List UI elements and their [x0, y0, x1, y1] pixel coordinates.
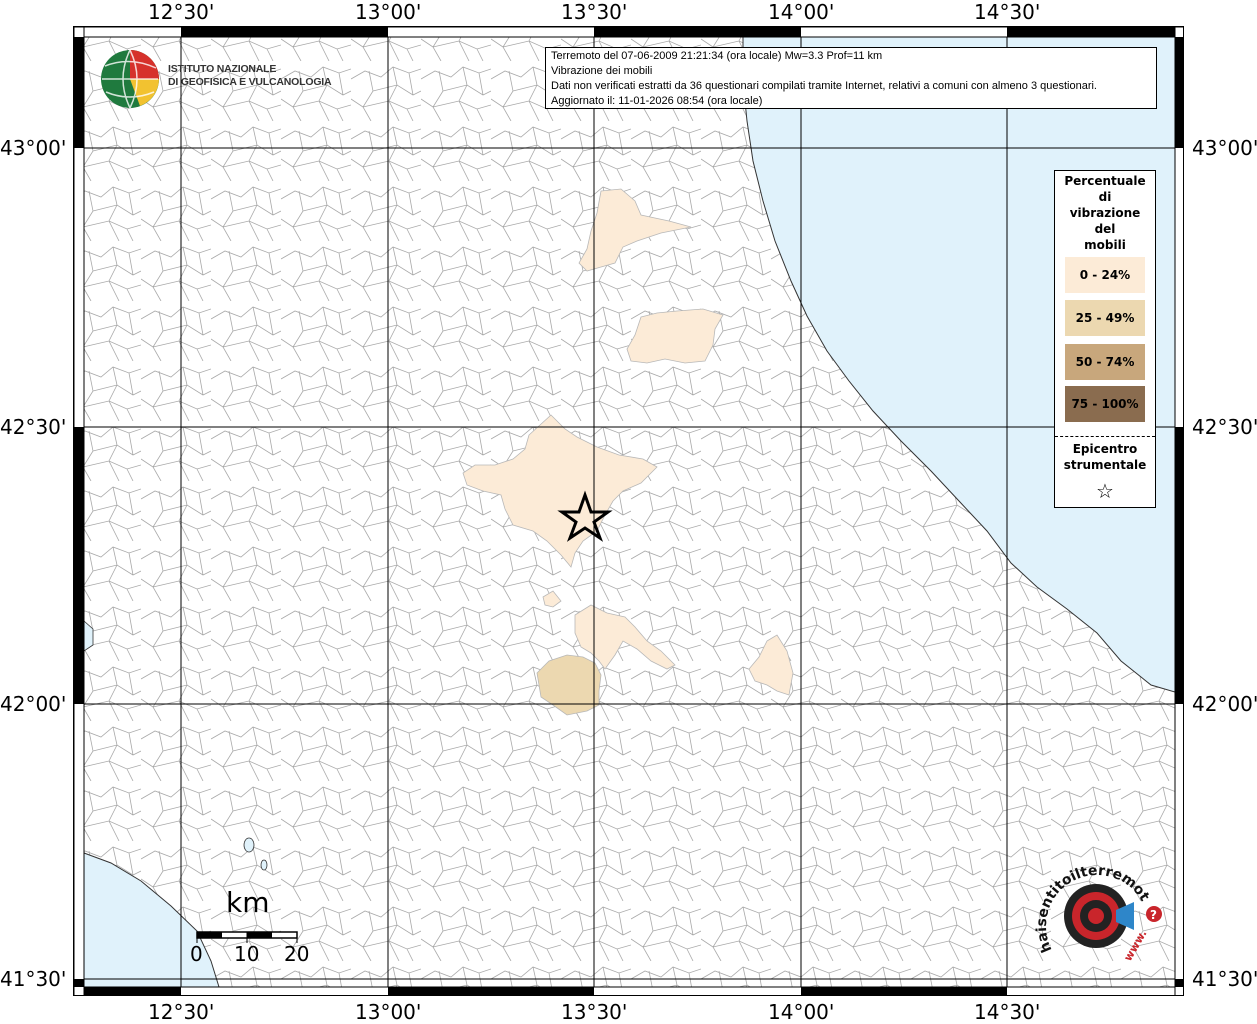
legend-class-50-74: 50 - 74% — [1065, 344, 1145, 380]
map-subject: Vibrazione dei mobili — [551, 65, 653, 77]
legend-title-line: del — [1094, 222, 1116, 236]
lat-tick-right-2: 42°30' — [1192, 415, 1257, 439]
lon-tick-bottom-3: 13°30' — [561, 1000, 628, 1024]
question-mark: ? — [1150, 908, 1157, 922]
globe-icon — [101, 49, 159, 109]
lake — [260, 859, 268, 871]
scale-label-10: 10 — [234, 942, 260, 966]
ingv-name: ISTITUTO NAZIONALE DI GEOFISICA E VULCAN… — [168, 63, 332, 89]
lon-tick-bottom-2: 13°00' — [355, 1000, 422, 1024]
legend-title-line: di — [1098, 190, 1112, 204]
badge-www: www. — [1121, 928, 1149, 964]
event-info-box: Terremoto del 07-06-2009 21:21:34 (ora l… — [545, 47, 1157, 109]
lon-tick-top-5: 14°30' — [974, 0, 1041, 24]
map-canvas[interactable] — [74, 27, 1183, 995]
legend-title-line: vibrazione — [1069, 206, 1141, 220]
lat-tick-left-1: 43°00' — [0, 136, 67, 160]
data-disclaimer: Dati non verificati estratti da 36 quest… — [551, 80, 1097, 92]
scale-label-20: 20 — [284, 942, 310, 966]
lat-tick-left-4: 41°30' — [0, 967, 67, 991]
lake — [243, 837, 255, 853]
legend-epicenter-line: Epicentro — [1072, 442, 1138, 456]
legend-title-line: mobili — [1084, 238, 1126, 252]
lat-tick-right-1: 43°00' — [1192, 136, 1257, 160]
legend-epicenter-line: strumentale — [1063, 458, 1147, 472]
legend-epicenter-label: Epicentro strumentale — [1055, 441, 1155, 473]
lat-tick-right-4: 41°30' — [1192, 967, 1257, 991]
map-frame[interactable] — [73, 26, 1184, 996]
lat-tick-left-3: 42°00' — [0, 692, 67, 716]
hai-sentito-logo[interactable]: ? haisentitoilterremoto.it www. — [1025, 850, 1170, 982]
ingv-name-line2: DI GEOFISICA E VULCANOLOGIA — [168, 76, 332, 88]
legend-class-0-24: 0 - 24% — [1065, 257, 1145, 293]
lon-tick-bottom-1: 12°30' — [148, 1000, 215, 1024]
legend-separator — [1055, 436, 1155, 437]
lat-tick-left-2: 42°30' — [0, 415, 67, 439]
lon-tick-bottom-5: 14°30' — [974, 1000, 1041, 1024]
legend: Percentuale di vibrazione del mobili 0 -… — [1054, 170, 1156, 508]
lon-tick-bottom-4: 14°00' — [768, 1000, 835, 1024]
lon-tick-top-1: 12°30' — [148, 0, 215, 24]
updated-timestamp: Aggiornato il: 11-01-2026 08:54 (ora loc… — [551, 95, 763, 107]
legend-class-25-49: 25 - 49% — [1065, 300, 1145, 336]
scale-label-0: 0 — [190, 942, 203, 966]
legend-title-line: Percentuale — [1064, 174, 1146, 188]
lon-tick-top-2: 13°00' — [355, 0, 422, 24]
lat-tick-right-3: 42°00' — [1192, 692, 1257, 716]
ingv-name-line1: ISTITUTO NAZIONALE — [168, 63, 277, 75]
lon-tick-top-4: 14°00' — [768, 0, 835, 24]
legend-class-75-100: 75 - 100% — [1065, 386, 1145, 422]
event-title: Terremoto del 07-06-2009 21:21:34 (ora l… — [551, 50, 883, 62]
legend-star-icon: ☆ — [1096, 479, 1114, 503]
lon-tick-top-3: 13°30' — [561, 0, 628, 24]
legend-title: Percentuale di vibrazione del mobili — [1055, 173, 1155, 253]
scale-unit: km — [226, 886, 270, 919]
